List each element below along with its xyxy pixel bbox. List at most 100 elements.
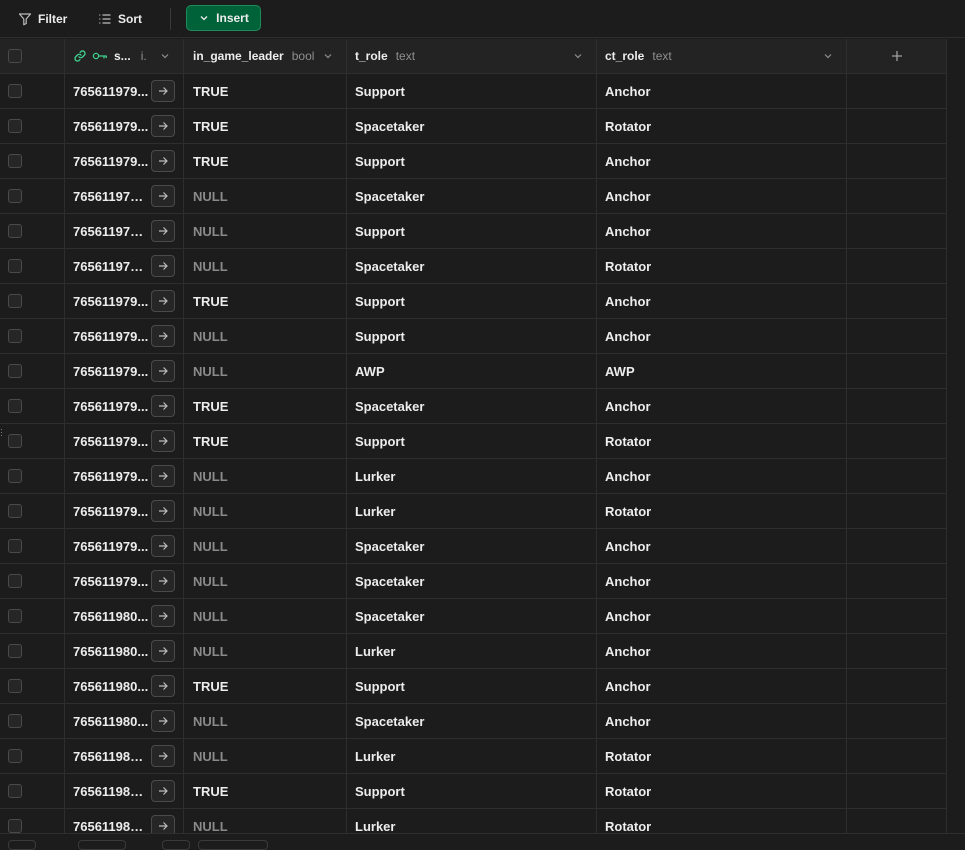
cell-in-game-leader[interactable]: TRUE <box>184 389 347 423</box>
cell-ct-role[interactable]: Rotator <box>597 424 847 458</box>
chevron-down-icon[interactable] <box>322 50 334 62</box>
cell-id[interactable]: 765611979... <box>65 494 184 528</box>
cell-in-game-leader[interactable]: NULL <box>184 529 347 563</box>
cell-t-role[interactable]: Support <box>347 774 597 808</box>
cell-in-game-leader[interactable]: NULL <box>184 459 347 493</box>
cell-in-game-leader[interactable]: NULL <box>184 599 347 633</box>
chevron-down-icon[interactable] <box>822 50 834 62</box>
cell-in-game-leader[interactable]: TRUE <box>184 144 347 178</box>
table-row[interactable]: 7656119797... NULL Spacetaker Rotator <box>0 249 947 284</box>
column-header-t-role[interactable]: t_role text <box>347 39 597 73</box>
table-row[interactable]: 765611980... NULL Spacetaker Anchor <box>0 704 947 739</box>
row-checkbox[interactable] <box>8 679 22 693</box>
row-checkbox[interactable] <box>8 574 22 588</box>
cell-in-game-leader[interactable]: TRUE <box>184 284 347 318</box>
cell-t-role[interactable]: Support <box>347 144 597 178</box>
column-header-ct-role[interactable]: ct_role text <box>597 39 847 73</box>
table-row[interactable]: 765611980... NULL Lurker Anchor <box>0 634 947 669</box>
select-all-checkbox[interactable] <box>8 49 22 63</box>
cell-ct-role[interactable]: Rotator <box>597 809 847 833</box>
cell-id[interactable]: 765611979... <box>65 109 184 143</box>
cell-t-role[interactable]: Support <box>347 319 597 353</box>
column-header-in-game-leader[interactable]: in_game_leader bool <box>184 39 347 73</box>
table-row[interactable]: 765611980... NULL Spacetaker Anchor <box>0 599 947 634</box>
cell-id[interactable]: 765611979... <box>65 564 184 598</box>
cell-t-role[interactable]: Lurker <box>347 459 597 493</box>
cell-ct-role[interactable]: Rotator <box>597 739 847 773</box>
open-reference-button[interactable] <box>151 815 175 833</box>
cell-t-role[interactable]: AWP <box>347 354 597 388</box>
table-row[interactable]: 765611979... NULL Lurker Rotator <box>0 494 947 529</box>
cell-in-game-leader[interactable]: NULL <box>184 179 347 213</box>
filter-button[interactable]: Filter <box>10 6 75 32</box>
cell-id[interactable]: 765611979... <box>65 354 184 388</box>
row-checkbox[interactable] <box>8 224 22 238</box>
open-reference-button[interactable] <box>151 535 175 557</box>
cell-ct-role[interactable]: Anchor <box>597 459 847 493</box>
cell-t-role[interactable]: Spacetaker <box>347 249 597 283</box>
cell-id[interactable]: 7656119797... <box>65 214 184 248</box>
open-reference-button[interactable] <box>151 220 175 242</box>
table-row[interactable]: 7656119797... NULL Support Anchor <box>0 214 947 249</box>
cell-id[interactable]: 765611980... <box>65 599 184 633</box>
chevron-down-icon[interactable] <box>572 50 584 62</box>
footer-control[interactable] <box>162 840 190 850</box>
sort-button[interactable]: Sort <box>90 6 150 32</box>
cell-t-role[interactable]: Lurker <box>347 809 597 833</box>
cell-id[interactable]: 765611980... <box>65 669 184 703</box>
cell-t-role[interactable]: Spacetaker <box>347 529 597 563</box>
cell-t-role[interactable]: Spacetaker <box>347 599 597 633</box>
row-checkbox[interactable] <box>8 189 22 203</box>
open-reference-button[interactable] <box>151 605 175 627</box>
open-reference-button[interactable] <box>151 780 175 802</box>
cell-in-game-leader[interactable]: NULL <box>184 809 347 833</box>
row-checkbox[interactable] <box>8 749 22 763</box>
row-checkbox[interactable] <box>8 504 22 518</box>
cell-t-role[interactable]: Support <box>347 284 597 318</box>
table-row[interactable]: 765611979... NULL AWP AWP <box>0 354 947 389</box>
cell-id[interactable]: 7656119801... <box>65 809 184 833</box>
row-checkbox[interactable] <box>8 434 22 448</box>
cell-in-game-leader[interactable]: NULL <box>184 634 347 668</box>
cell-t-role[interactable]: Spacetaker <box>347 109 597 143</box>
cell-id[interactable]: 765611979... <box>65 144 184 178</box>
table-row[interactable]: 7656119801... TRUE Support Rotator <box>0 774 947 809</box>
table-row[interactable]: 765611979... TRUE Support Anchor <box>0 284 947 319</box>
table-row[interactable]: 765611979... TRUE Support Anchor <box>0 144 947 179</box>
cell-in-game-leader[interactable]: TRUE <box>184 109 347 143</box>
open-reference-button[interactable] <box>151 115 175 137</box>
cell-in-game-leader[interactable]: TRUE <box>184 74 347 108</box>
table-row[interactable]: 765611979... NULL Spacetaker Anchor <box>0 529 947 564</box>
table-row[interactable]: 765611979... TRUE Support Anchor <box>0 74 947 109</box>
open-reference-button[interactable] <box>151 395 175 417</box>
table-row[interactable]: 7656119801... NULL Lurker Rotator <box>0 739 947 774</box>
cell-ct-role[interactable]: Anchor <box>597 319 847 353</box>
resize-handle[interactable]: · · · <box>0 425 3 440</box>
cell-ct-role[interactable]: Rotator <box>597 494 847 528</box>
cell-t-role[interactable]: Support <box>347 214 597 248</box>
cell-t-role[interactable]: Spacetaker <box>347 704 597 738</box>
open-reference-button[interactable] <box>151 80 175 102</box>
cell-id[interactable]: 7656119797... <box>65 179 184 213</box>
column-header-id[interactable]: s... i. <box>65 39 184 73</box>
row-checkbox[interactable] <box>8 714 22 728</box>
row-checkbox[interactable] <box>8 819 22 833</box>
cell-id[interactable]: 765611980... <box>65 634 184 668</box>
cell-ct-role[interactable]: Anchor <box>597 144 847 178</box>
cell-t-role[interactable]: Spacetaker <box>347 179 597 213</box>
row-checkbox[interactable] <box>8 259 22 273</box>
footer-control[interactable] <box>78 840 126 850</box>
cell-t-role[interactable]: Lurker <box>347 739 597 773</box>
cell-t-role[interactable]: Spacetaker <box>347 389 597 423</box>
open-reference-button[interactable] <box>151 185 175 207</box>
cell-id[interactable]: 765611979... <box>65 319 184 353</box>
footer-control[interactable] <box>8 840 36 850</box>
cell-ct-role[interactable]: Anchor <box>597 389 847 423</box>
chevron-down-icon[interactable] <box>159 50 171 62</box>
open-reference-button[interactable] <box>151 570 175 592</box>
cell-ct-role[interactable]: Anchor <box>597 704 847 738</box>
table-row[interactable]: 765611980... TRUE Support Anchor <box>0 669 947 704</box>
cell-id[interactable]: 7656119801... <box>65 739 184 773</box>
row-checkbox[interactable] <box>8 154 22 168</box>
cell-in-game-leader[interactable]: NULL <box>184 249 347 283</box>
